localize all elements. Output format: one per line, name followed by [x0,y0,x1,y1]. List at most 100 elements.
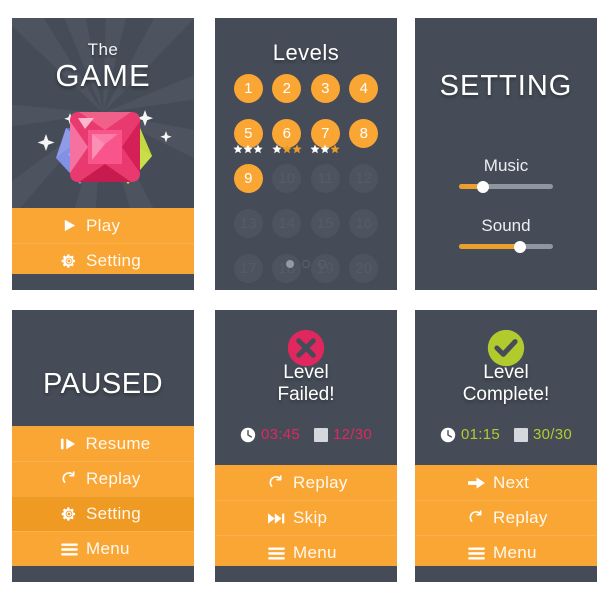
setting-label: Setting [86,251,142,270]
pagination-dots[interactable] [215,260,397,268]
level-button[interactable]: 9 [233,164,263,193]
level-button[interactable]: 1 [233,74,263,103]
menu-button[interactable]: Menu [215,535,397,570]
pagination-dot[interactable] [286,260,294,268]
level-button[interactable]: 4 [349,74,379,103]
music-slider-group: Music [415,156,597,193]
setting-screen: SETTING Music Sound [415,18,597,290]
sound-label: Sound [481,216,531,235]
time-stat: 03:45 [240,426,300,443]
time-value: 03:45 [260,426,300,443]
clock-icon [440,427,456,443]
music-label: Music [483,156,529,175]
menu-button[interactable]: Menu [12,531,194,566]
setting-button[interactable]: Setting [12,496,194,531]
play-pause-icon [55,437,81,451]
play-button[interactable]: Play [12,208,194,243]
skip-button[interactable]: Skip [215,500,397,535]
level-button-locked: 13 [233,209,263,238]
paused-screen: PAUSED Resume Replay Setting Menu [12,310,194,582]
hamburger-icon [263,546,289,560]
hamburger-icon [463,546,489,560]
levels-grid: 1 2 3 4 5 6 7 8 9 10 11 12 13 14 15 16 17 18 19 20 [229,74,383,288]
result-stats: 01:15 30/30 [415,426,597,443]
replay-button[interactable]: Replay [415,500,597,535]
resume-label: Resume [85,433,151,453]
setting-button[interactable]: Setting [12,243,194,278]
clock-icon [240,427,256,443]
star-icon [243,144,253,154]
hamburger-icon [56,542,82,556]
replay-label: Replay [493,508,548,527]
level-cell[interactable]: 2 [270,74,304,108]
card-footer-strip [12,566,194,582]
star-icon [233,144,243,154]
level-cell: 15 [308,209,342,243]
level-button[interactable]: 2 [272,74,302,103]
sound-slider[interactable] [459,240,553,253]
level-button-locked: 12 [349,164,379,193]
result-title: Level Failed! [215,362,397,406]
star-icon [253,144,263,154]
level-stars [310,144,340,154]
pagination-dot[interactable] [318,260,326,268]
skip-label: Skip [293,508,328,527]
result-title-line1: Level [283,362,329,383]
level-cell[interactable]: 1 [231,74,265,108]
level-failed-screen: Level Failed! 03:45 12/30 Replay Skip Me… [215,310,397,582]
level-button[interactable]: 8 [349,119,379,148]
sound-slider-group: Sound [415,216,597,253]
gems-artwork [12,96,194,196]
replay-button[interactable]: Replay [215,465,397,500]
skip-icon [263,512,289,525]
level-stars [272,144,302,154]
play-label: Play [86,215,121,235]
sound-slider-fill [459,244,521,249]
gear-icon [56,506,82,522]
pink-gem [70,112,140,182]
level-button-locked: 14 [272,209,302,238]
result-title: Level Complete! [415,362,597,406]
level-button-locked: 10 [272,164,302,193]
sound-slider-knob[interactable] [514,240,527,253]
time-value: 01:15 [460,426,500,443]
pagination-dot[interactable] [302,260,310,268]
menu-label: Menu [293,543,337,562]
level-cell[interactable]: 8 [347,119,381,153]
level-cell[interactable]: 4 [347,74,381,108]
card-footer-strip [415,566,597,582]
level-cell[interactable]: 6 [270,119,304,154]
replay-button[interactable]: Replay [12,461,194,496]
level-button-locked: 15 [310,209,340,238]
next-button[interactable]: Next [415,465,597,500]
game-ui-kit: The GAME Play Setting Levels 1 2 3 4 5 6… [0,0,600,600]
level-cell: 12 [347,164,381,198]
music-slider-knob[interactable] [476,180,489,193]
resume-button[interactable]: Resume [12,426,194,461]
menu-label: Menu [86,539,130,558]
failed-menu: Replay Skip Menu [215,465,397,570]
arrow-right-icon [463,476,489,490]
level-button-locked: 19 [310,254,340,283]
star-icon [282,144,292,154]
replay-icon [263,474,289,491]
level-button[interactable]: 3 [310,74,340,103]
level-cell[interactable]: 7 [308,119,342,154]
title-menu: Play Setting [12,208,194,278]
music-slider[interactable] [459,180,553,193]
result-title-line2: Complete! [462,384,550,405]
level-cell[interactable]: 9 [231,164,265,198]
card-footer-strip [12,274,194,290]
gem-block-icon [314,427,328,442]
title-hero: The GAME [12,18,194,208]
game-title-screen: The GAME Play Setting [12,18,194,290]
level-cell[interactable]: 5 [231,119,265,154]
level-cell: 10 [270,164,304,198]
page-title: GAME [55,58,151,93]
menu-label: Menu [493,543,537,562]
levels-title: Levels [272,40,340,65]
level-cell[interactable]: 3 [308,74,342,108]
star-icon [310,144,320,154]
menu-button[interactable]: Menu [415,535,597,570]
level-cell: 11 [308,164,342,198]
